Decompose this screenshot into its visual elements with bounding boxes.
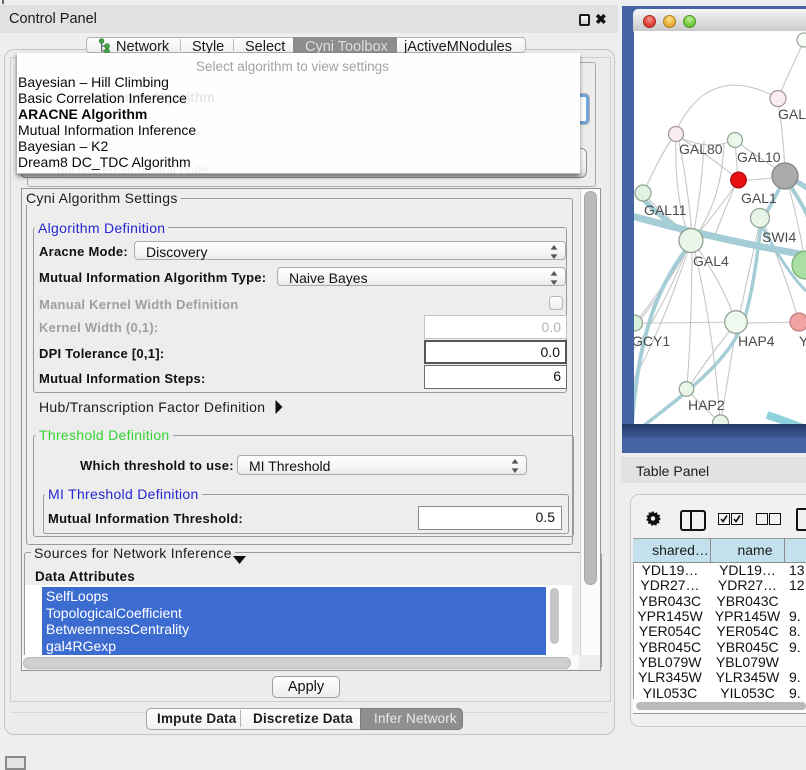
svg-text:GAL80: GAL80 [679, 141, 723, 157]
svg-text:HAP4: HAP4 [738, 333, 775, 349]
svg-text:HAP2: HAP2 [688, 397, 725, 413]
svg-text:GAL1: GAL1 [741, 190, 777, 206]
svg-text:Y: Y [799, 333, 806, 349]
svg-text:GCY1: GCY1 [634, 333, 670, 349]
svg-text:GAL4: GAL4 [693, 253, 729, 269]
svg-text:GAL10: GAL10 [737, 149, 781, 165]
svg-text:GAL7: GAL7 [778, 106, 806, 122]
svg-text:GAL11: GAL11 [644, 202, 687, 218]
svg-text:SWI4: SWI4 [762, 229, 796, 245]
